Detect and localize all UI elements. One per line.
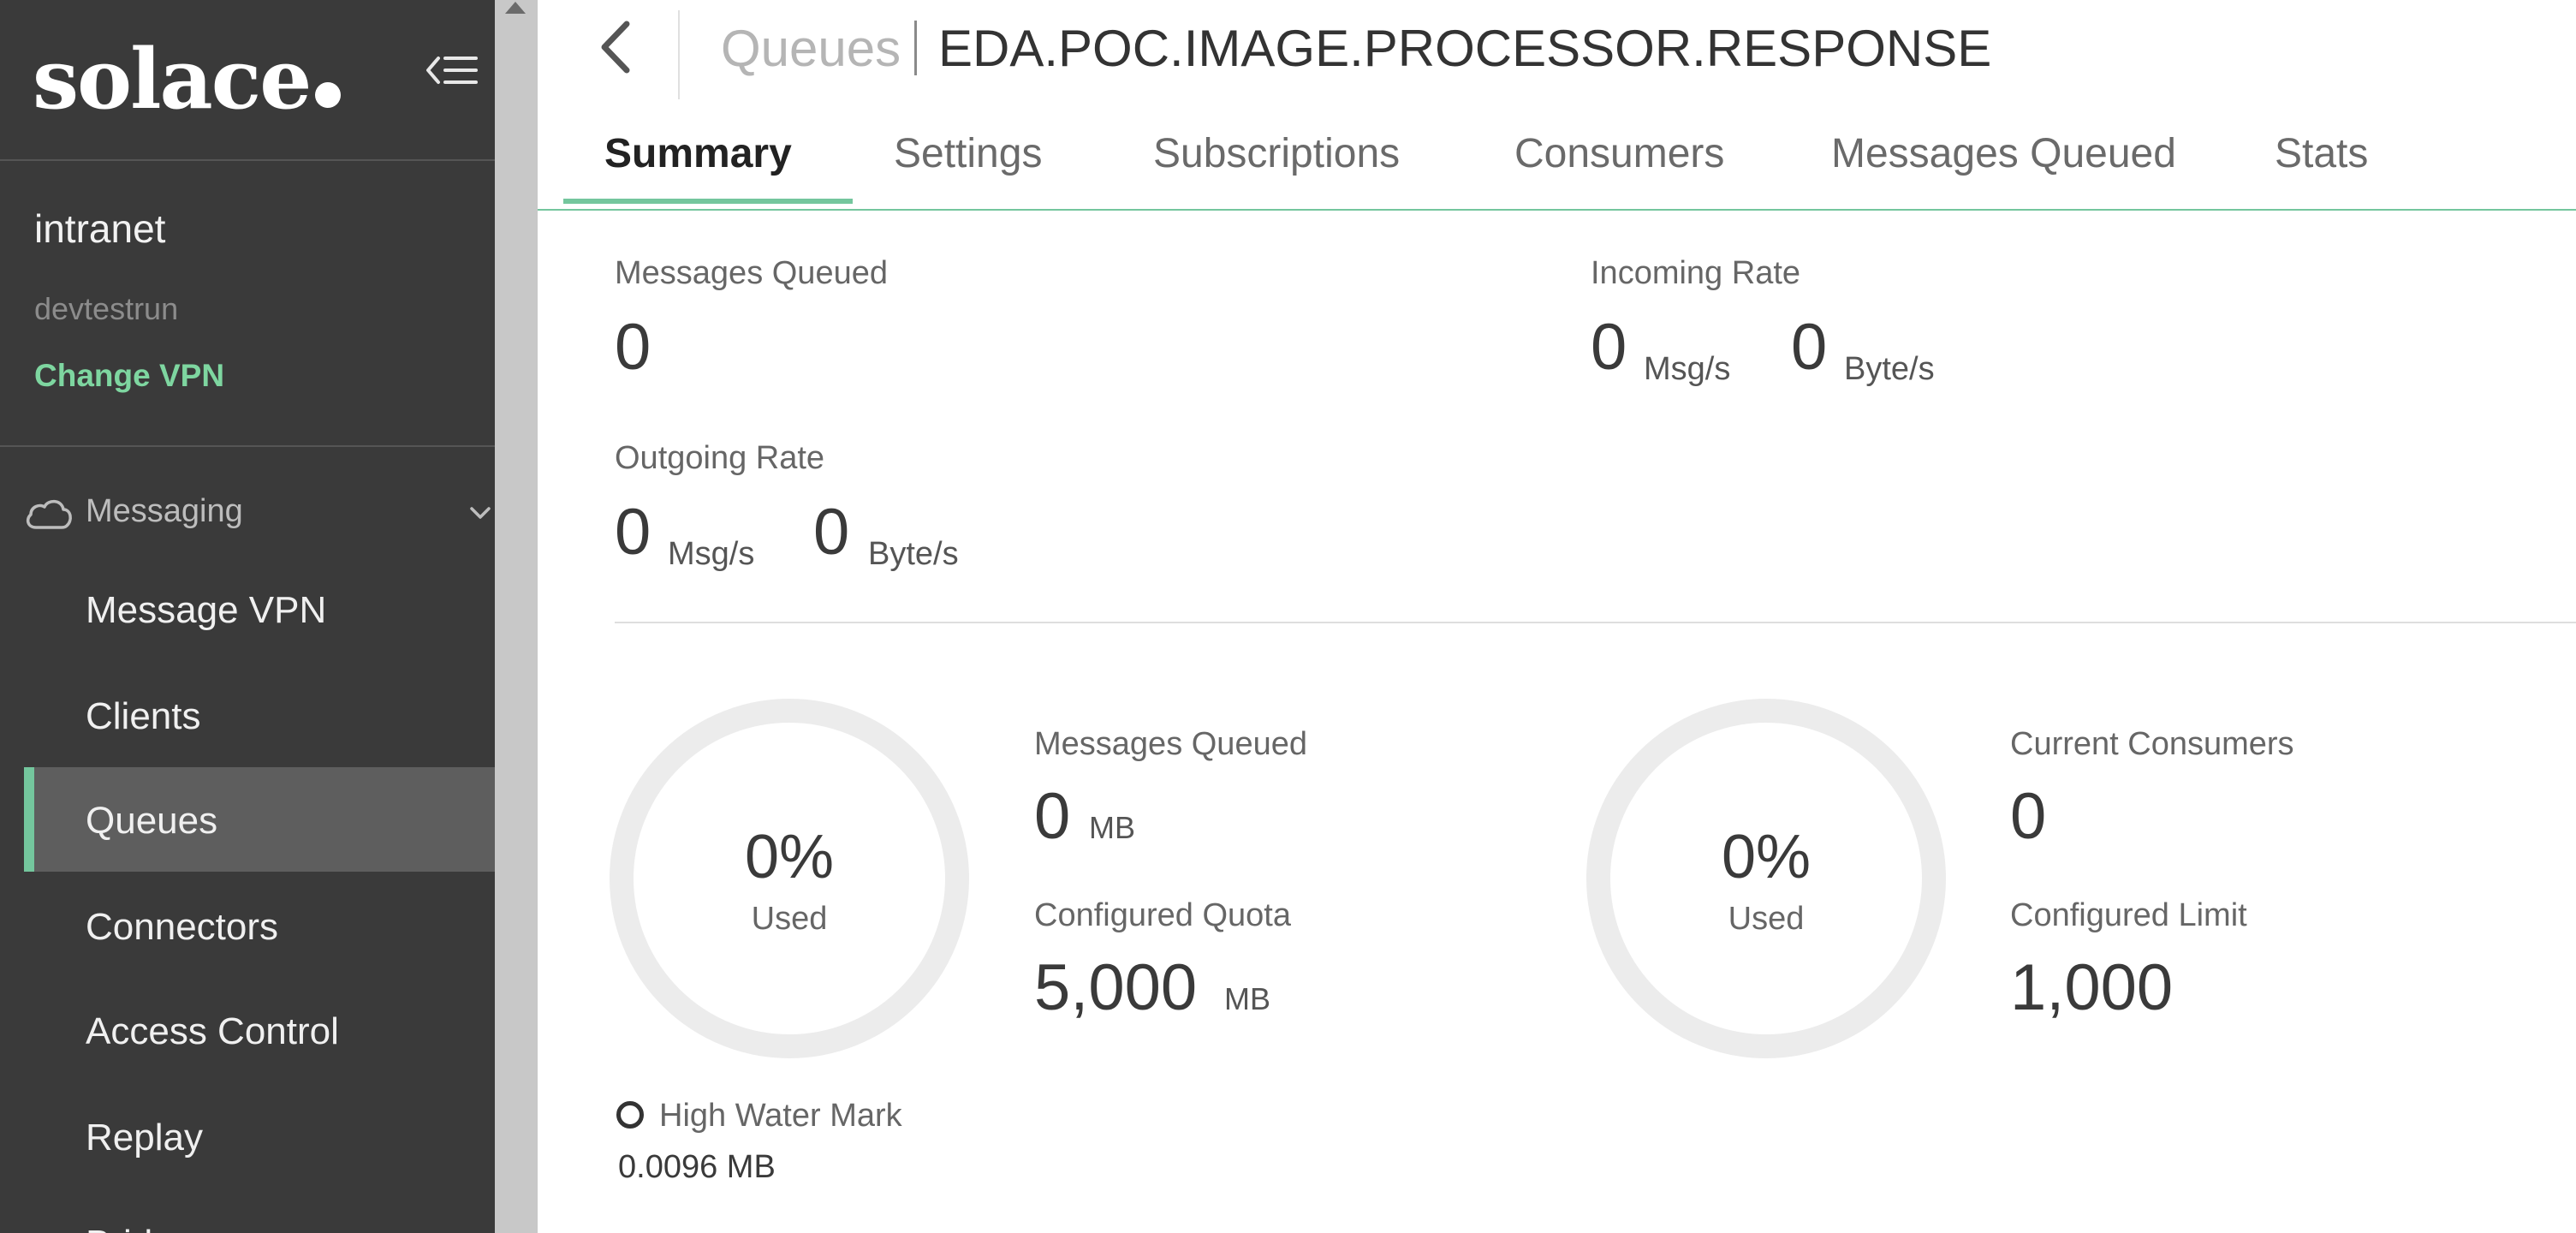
incoming-byte-rate-value: 0	[1791, 311, 1828, 384]
sidebar-item-label: Message VPN	[86, 589, 327, 631]
tab-consumers[interactable]: Consumers	[1514, 130, 1724, 177]
outgoing-rate-label: Outgoing Rate	[615, 440, 825, 476]
storage-queued-label: Messages Queued	[1034, 726, 1307, 762]
current-consumers-value: 0	[2010, 780, 2047, 853]
outgoing-byte-rate-value: 0	[813, 496, 850, 569]
vpn-subtitle: devtestrun	[34, 291, 179, 326]
outgoing-byte-rate-unit: Byte/s	[868, 536, 959, 572]
consumer-usage-percent: 0%	[1721, 823, 1812, 891]
messages-queued-label: Messages Queued	[615, 255, 888, 291]
tab-subscriptions[interactable]: Subscriptions	[1153, 130, 1400, 177]
tab-messages-queued[interactable]: Messages Queued	[1831, 130, 2176, 177]
messaging-section-label: Messaging	[86, 493, 243, 529]
incoming-msg-rate-value: 0	[1591, 311, 1627, 384]
sidebar-item-label: Replay	[86, 1117, 203, 1159]
configured-quota-unit: MB	[1224, 981, 1270, 1016]
sidebar-divider	[0, 159, 495, 161]
logo-dot	[315, 82, 342, 108]
tab-stats[interactable]: Stats	[2275, 130, 2368, 177]
outgoing-msg-rate-value: 0	[615, 496, 651, 569]
sidebar-item-clients[interactable]: Clients	[0, 663, 495, 767]
logo-text: solace	[33, 31, 312, 128]
storage-queued-unit: MB	[1089, 810, 1135, 845]
sidebar-item-label: Connectors	[86, 906, 279, 948]
messaging-section-toggle[interactable]: Messaging	[24, 490, 495, 538]
page-title: EDA.POC.IMAGE.PROCESSOR.RESPONSE	[938, 20, 1992, 77]
back-arrow-icon[interactable]	[591, 17, 642, 77]
consumer-usage-caption: Used	[1728, 901, 1805, 937]
sidebar-item-bridges[interactable]: Bridges	[0, 1190, 495, 1233]
collapse-sidebar-icon[interactable]	[425, 50, 478, 91]
incoming-byte-rate-unit: Byte/s	[1844, 351, 1935, 387]
configured-quota-value: 5,000	[1034, 951, 1198, 1024]
sidebar-item-access-control[interactable]: Access Control	[0, 978, 495, 1082]
storage-usage-caption: Used	[751, 901, 828, 937]
sidebar-item-label: Queues	[86, 800, 218, 842]
header-separator	[678, 10, 680, 99]
storage-usage-percent: 0%	[744, 823, 835, 891]
sidebar-item-message-vpn[interactable]: Message VPN	[0, 557, 495, 661]
sidebar-divider	[0, 445, 495, 447]
section-divider	[615, 622, 2576, 623]
sidebar-item-queues[interactable]: Queues	[24, 767, 495, 872]
breadcrumb-divider	[914, 21, 917, 75]
incoming-rate-label: Incoming Rate	[1591, 255, 1801, 291]
sidebar-item-connectors[interactable]: Connectors	[0, 873, 495, 978]
configured-limit-label: Configured Limit	[2010, 897, 2247, 933]
current-consumers-label: Current Consumers	[2010, 726, 2294, 762]
configured-limit-value: 1,000	[2010, 951, 2174, 1024]
vpn-name: intranet	[34, 206, 166, 251]
high-water-mark-icon	[616, 1101, 644, 1129]
solace-logo[interactable]: solace	[33, 31, 342, 128]
active-tab-indicator	[563, 199, 853, 204]
storage-queued-value: 0	[1034, 780, 1071, 853]
change-vpn-link[interactable]: Change VPN	[34, 358, 224, 394]
incoming-msg-rate-unit: Msg/s	[1644, 351, 1731, 387]
sidebar-item-label: Bridges	[86, 1223, 213, 1233]
sidebar-item-label: Access Control	[86, 1010, 339, 1052]
cloud-icon	[26, 499, 72, 529]
tab-summary[interactable]: Summary	[604, 130, 792, 177]
sidebar-item-label: Clients	[86, 695, 201, 737]
messages-queued-value: 0	[615, 311, 651, 384]
tab-settings[interactable]: Settings	[894, 130, 1042, 177]
sidebar-scrollbar[interactable]	[495, 0, 538, 1233]
chevron-down-icon	[470, 507, 491, 519]
breadcrumb-queues[interactable]: Queues	[721, 19, 901, 78]
scroll-up-arrow-icon[interactable]	[505, 2, 526, 14]
configured-quota-label: Configured Quota	[1034, 897, 1291, 933]
sidebar: solace intranet devtestrun Change VPN Me…	[0, 0, 495, 1233]
tabs-baseline	[538, 209, 2576, 211]
high-water-mark-label: High Water Mark	[659, 1098, 902, 1134]
sidebar-item-replay[interactable]: Replay	[0, 1084, 495, 1188]
outgoing-msg-rate-unit: Msg/s	[668, 536, 755, 572]
high-water-mark-value: 0.0096 MB	[618, 1149, 776, 1185]
